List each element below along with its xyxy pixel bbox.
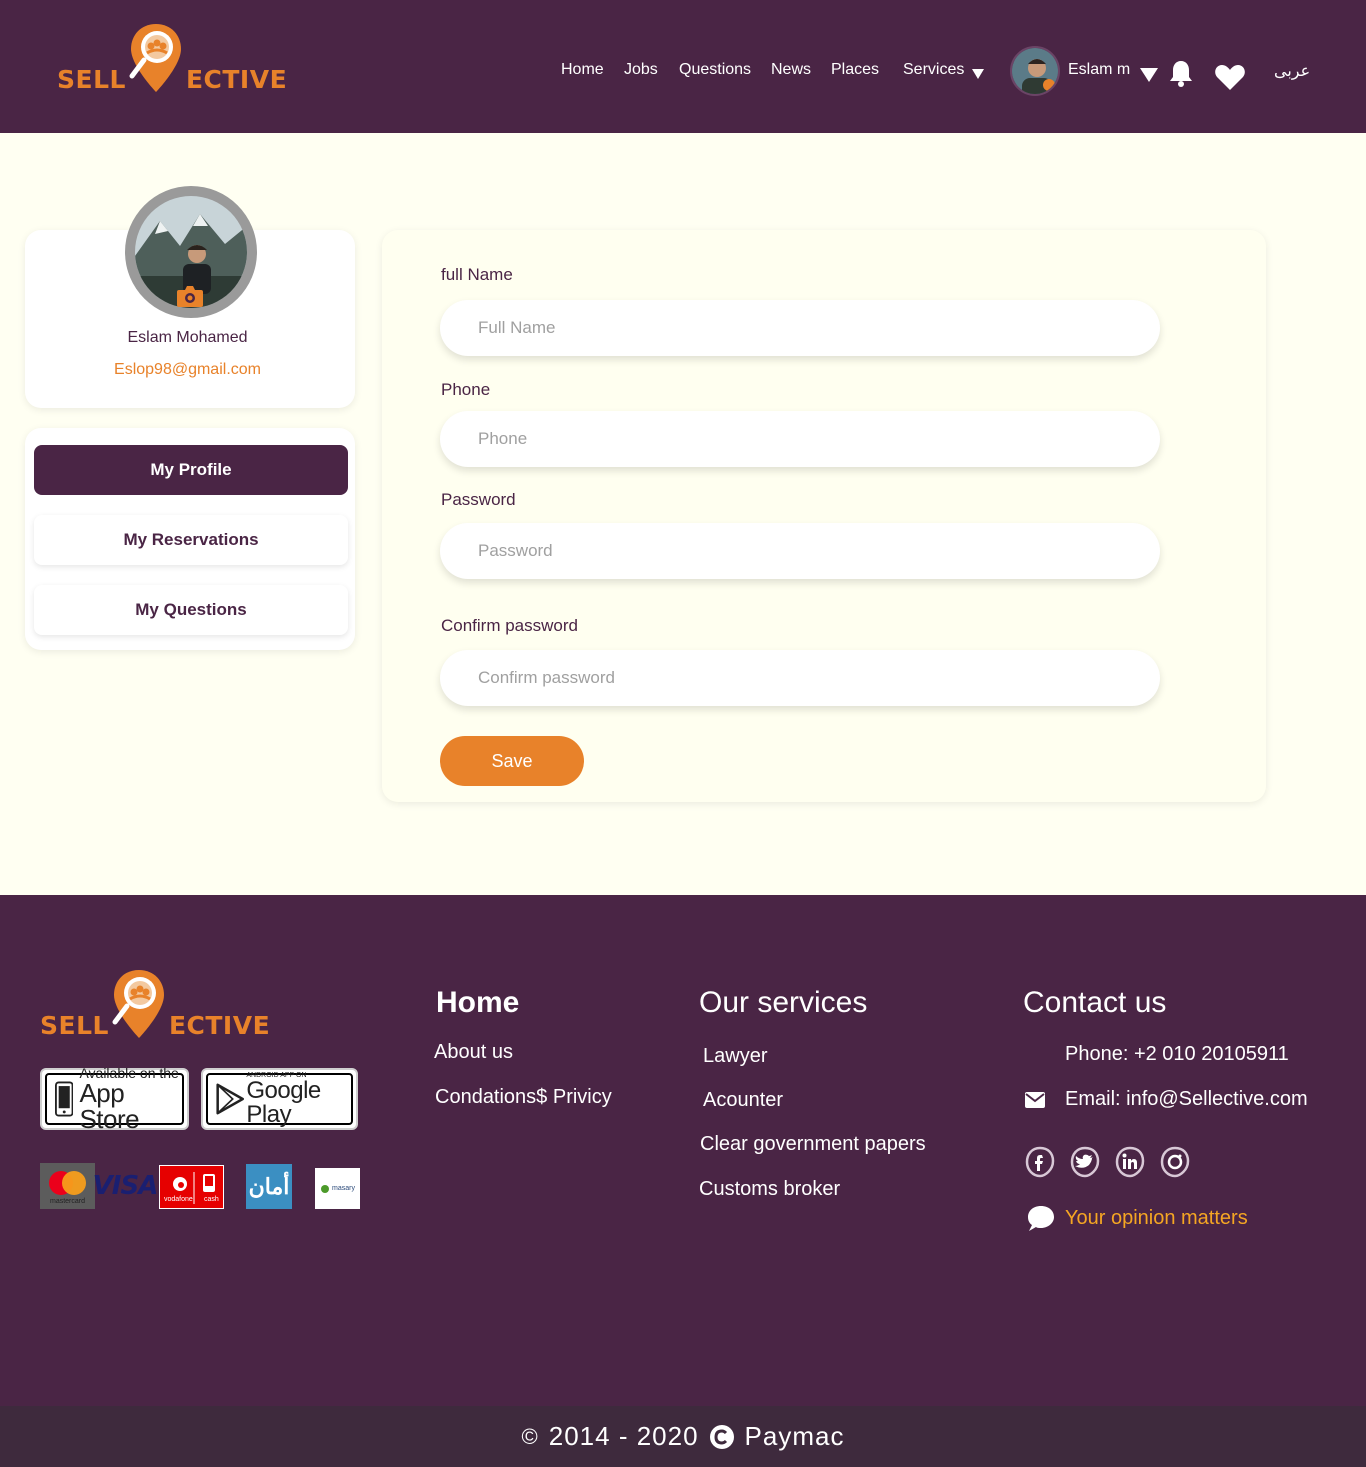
- masary-logo: masary: [315, 1168, 360, 1209]
- app-store-big: App Store: [79, 1078, 140, 1134]
- phone-icon: [55, 1081, 74, 1117]
- footer-phone: Phone: +2 010 20105911: [1065, 1043, 1289, 1065]
- visa-text: VISA: [92, 1171, 159, 1201]
- nav-places[interactable]: Places: [831, 61, 879, 79]
- footer-brand-right: ECTIVE: [168, 1011, 271, 1040]
- top-navbar: SELL ECTIVE Home Jobs Questions News Pla…: [0, 0, 1366, 133]
- nav-home[interactable]: Home: [561, 61, 604, 79]
- copyright-owner: Paymac: [744, 1421, 845, 1451]
- footer-brand-left: SELL: [40, 1011, 109, 1040]
- app-store-badge[interactable]: Available on the App Store: [40, 1066, 189, 1134]
- vodafone-cash-logo: vodafone cash: [159, 1165, 224, 1209]
- camera-icon[interactable]: [176, 284, 204, 308]
- footer-logo-pin-icon: [112, 970, 164, 1038]
- vodafone-cash-text: cash: [204, 1196, 219, 1203]
- brand-left: SELL: [57, 65, 126, 94]
- twitter-icon[interactable]: [1070, 1146, 1100, 1178]
- menu-my-questions[interactable]: My Questions: [34, 585, 348, 635]
- footer-privacy-link[interactable]: Condations$ Privicy: [435, 1086, 612, 1109]
- opinion-link[interactable]: Your opinion matters: [1065, 1207, 1248, 1230]
- copyright-filled-icon: [709, 1424, 734, 1449]
- google-play-badge[interactable]: ANDROID APP ON Google Play: [201, 1068, 358, 1130]
- footer-home-heading[interactable]: Home: [436, 986, 519, 1020]
- play-icon: [216, 1083, 244, 1115]
- copyright-icon: ©: [521, 1423, 539, 1449]
- chat-bubble-icon[interactable]: [1026, 1204, 1056, 1234]
- nav-services[interactable]: Services: [903, 61, 964, 79]
- envelope-icon: [1025, 1092, 1045, 1108]
- aman-logo: أمان: [246, 1164, 292, 1209]
- instagram-icon[interactable]: [1160, 1146, 1190, 1178]
- footer-service-customs[interactable]: Customs broker: [699, 1178, 840, 1201]
- footer-service-acounter[interactable]: Acounter: [703, 1089, 783, 1112]
- logo-pin-icon: [129, 24, 181, 92]
- user-photo: [1012, 48, 1058, 94]
- phone-label: Phone: [441, 380, 491, 399]
- footer-service-gov-papers[interactable]: Clear government papers: [700, 1133, 926, 1156]
- menu-my-reservations[interactable]: My Reservations: [34, 515, 348, 565]
- vodafone-text: vodafone: [164, 1196, 193, 1203]
- copyright-bar: © 2014 - 2020 Paymac: [0, 1406, 1366, 1467]
- user-name[interactable]: Eslam m: [1068, 61, 1130, 79]
- aman-text: أمان: [248, 1173, 290, 1199]
- footer-about-link[interactable]: About us: [434, 1041, 513, 1064]
- mastercard-logo: mastercard: [40, 1163, 95, 1209]
- bell-icon[interactable]: [1168, 58, 1194, 88]
- confirm-password-label: Confirm password: [441, 616, 578, 635]
- linkedin-icon[interactable]: [1115, 1146, 1145, 1178]
- heart-icon[interactable]: [1214, 62, 1246, 92]
- masary-text: masary: [332, 1185, 355, 1192]
- phone-input[interactable]: [440, 411, 1160, 467]
- nav-questions[interactable]: Questions: [679, 61, 751, 79]
- facebook-icon[interactable]: [1025, 1146, 1055, 1178]
- brand-right: ECTIVE: [185, 65, 288, 94]
- brand-logo[interactable]: SELL ECTIVE: [57, 22, 287, 94]
- footer-service-lawyer[interactable]: Lawyer: [703, 1045, 767, 1068]
- user-avatar[interactable]: [1010, 46, 1060, 96]
- google-play-big: Google Play: [246, 1076, 321, 1128]
- visa-logo: VISA: [92, 1163, 159, 1209]
- save-button[interactable]: Save: [440, 736, 584, 786]
- password-label: Password: [441, 490, 516, 509]
- profile-name: Eslam Mohamed: [127, 329, 248, 346]
- mastercard-text: mastercard: [49, 1198, 85, 1205]
- confirm-password-input[interactable]: [440, 650, 1160, 706]
- footer-email[interactable]: Email: info@Sellective.com: [1065, 1088, 1308, 1111]
- fullname-label: full Name: [441, 265, 513, 284]
- language-switch[interactable]: عربى: [1274, 61, 1310, 81]
- menu-my-profile[interactable]: My Profile: [34, 445, 348, 495]
- profile-email: Eslop98@gmail.com: [114, 361, 261, 378]
- fullname-input[interactable]: [440, 300, 1160, 356]
- nav-news[interactable]: News: [771, 61, 811, 79]
- footer-brand-logo[interactable]: SELL ECTIVE: [40, 968, 270, 1040]
- nav-jobs[interactable]: Jobs: [624, 61, 658, 79]
- user-menu-chevron-down-icon[interactable]: [1140, 68, 1158, 82]
- services-chevron-down-icon[interactable]: [972, 69, 984, 79]
- password-input[interactable]: [440, 523, 1160, 579]
- footer-contact-heading: Contact us: [1023, 986, 1167, 1019]
- footer-services-heading: Our services: [699, 986, 868, 1019]
- copyright-years: 2014 - 2020: [548, 1421, 699, 1451]
